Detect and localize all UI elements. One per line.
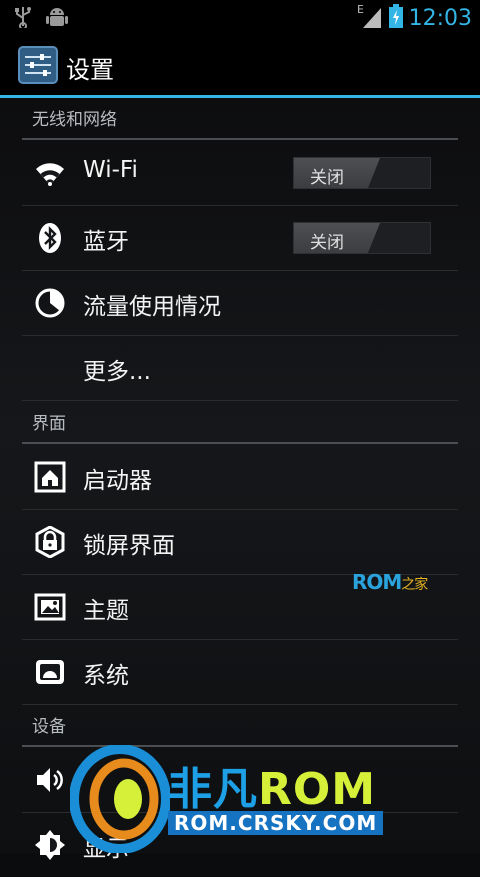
- battery-charging-icon: [388, 4, 403, 32]
- settings-item-label: 主题: [83, 598, 129, 624]
- theme-image-icon: [34, 591, 66, 623]
- action-bar: 设置: [0, 34, 480, 96]
- wifi-icon: [34, 157, 66, 189]
- network-type-label: E: [357, 3, 364, 16]
- settings-item-label: Wi-Fi: [83, 157, 138, 183]
- toggle-state: 关闭: [310, 233, 344, 253]
- settings-item-system[interactable]: 系统: [22, 640, 458, 705]
- settings-item-launcher[interactable]: 启动器: [22, 445, 458, 510]
- rom-home-watermark: ROM之家: [352, 570, 428, 594]
- section-title: 无线和网络: [32, 110, 117, 130]
- signal-icon: E: [357, 2, 383, 34]
- section-header-device: 设备: [22, 705, 458, 747]
- section-title: 界面: [32, 414, 66, 434]
- settings-item-bluetooth[interactable]: 蓝牙 关闭: [22, 206, 458, 271]
- crsky-logo-icon: [69, 744, 171, 857]
- section-header-wireless: 无线和网络: [22, 98, 458, 140]
- lock-icon: [34, 525, 66, 559]
- android-debug-icon: [46, 6, 68, 34]
- settings-item-label: 流量使用情况: [83, 294, 221, 320]
- settings-item-label: 更多...: [83, 359, 151, 385]
- settings-item-wifi[interactable]: Wi-Fi 关闭: [22, 141, 458, 206]
- brightness-icon: [34, 829, 66, 861]
- section-title: 设备: [32, 717, 66, 737]
- settings-item-lockscreen[interactable]: 锁屏界面: [22, 510, 458, 575]
- settings-sliders-icon[interactable]: [18, 46, 58, 84]
- status-clock: 12:03: [408, 5, 472, 31]
- watermark-url: ROM.CRSKY.COM: [168, 811, 384, 835]
- watermark-rom-text: ROM: [352, 570, 402, 594]
- wifi-toggle[interactable]: 关闭: [293, 157, 431, 189]
- page-title: 设置: [66, 56, 114, 84]
- watermark-brand-cn: 非凡: [168, 764, 258, 815]
- launcher-home-icon: [34, 461, 66, 493]
- settings-item-data-usage[interactable]: 流量使用情况: [22, 271, 458, 336]
- settings-item-more[interactable]: 更多...: [22, 336, 458, 401]
- crsky-watermark: 非凡ROM ROM.CRSKY.COM: [69, 744, 420, 854]
- bluetooth-toggle[interactable]: 关闭: [293, 222, 431, 254]
- section-header-interface: 界面: [22, 402, 458, 444]
- toggle-state: 关闭: [310, 168, 344, 188]
- sound-icon: [34, 764, 66, 796]
- settings-item-label: 启动器: [83, 468, 152, 494]
- settings-screen: E 12:03 设置 无线和网络 Wi-Fi 关闭 蓝牙 关闭 流量使用情况 更…: [0, 0, 480, 862]
- status-bar: E 12:03: [0, 0, 480, 34]
- data-usage-icon: [34, 287, 66, 319]
- bluetooth-icon: [34, 222, 66, 254]
- watermark-suffix-text: 之家: [401, 577, 428, 593]
- watermark-brand-rom: ROM: [258, 764, 377, 815]
- usb-icon: [14, 6, 32, 34]
- settings-item-label: 系统: [83, 663, 129, 689]
- settings-item-label: 蓝牙: [83, 229, 129, 255]
- system-android-icon: [34, 656, 66, 688]
- settings-item-label: 锁屏界面: [83, 533, 175, 559]
